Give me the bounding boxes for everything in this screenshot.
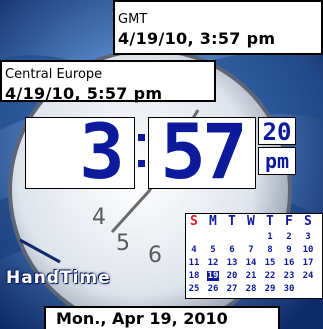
calendar-day[interactable]: 4 (188, 245, 200, 255)
central-europe-clock-box[interactable]: Central Europe 4/19/10, 5:57 pm (0, 60, 216, 103)
main-clock-minutes-box[interactable]: 57 (148, 107, 256, 196)
calendar-day[interactable]: 22 (264, 271, 276, 281)
calendar-day[interactable]: 2 (283, 232, 295, 242)
main-clock-colon-bottom (138, 160, 145, 167)
gmt-datetime: 4/19/10, 3:57 pm (118, 29, 276, 48)
main-clock-hours-box[interactable]: 3 (25, 107, 135, 196)
calendar-day[interactable]: 27 (226, 284, 238, 294)
calendar-day[interactable]: 5 (207, 245, 219, 255)
central-europe-datetime: 4/19/10, 5:57 pm (5, 84, 163, 103)
svg-text:4: 4 (92, 205, 106, 230)
calendar-day[interactable]: 16 (283, 258, 295, 268)
calendar-day-header: T (228, 214, 236, 229)
calendar-day[interactable]: 23 (283, 271, 295, 281)
main-clock-ampm: pm (264, 149, 290, 173)
calendar-day[interactable]: 3 (302, 232, 314, 242)
calendar-day-header: S (304, 214, 312, 229)
gmt-zone-label: GMT (118, 12, 148, 27)
calendar-day[interactable]: 12 (207, 258, 219, 268)
main-clock-seconds: 20 (262, 118, 292, 146)
calendar-day[interactable]: 20 (226, 271, 238, 281)
calendar-day[interactable]: 26 (207, 284, 219, 294)
calendar-day[interactable]: 10 (302, 245, 314, 255)
footer-date: Mon., Apr 19, 2010 (56, 309, 228, 328)
calendar-day-header: W (247, 214, 255, 229)
calendar-day[interactable]: 24 (302, 271, 314, 281)
calendar-day-header: F (285, 214, 293, 229)
calendar-day[interactable]: 18 (188, 271, 200, 281)
calendar-day[interactable]: 11 (188, 258, 200, 268)
calendar-day[interactable]: 7 (245, 245, 257, 255)
svg-text:5: 5 (116, 231, 130, 256)
handtime-logo: HandTime (6, 268, 111, 288)
calendar-day[interactable]: 25 (188, 284, 200, 294)
footer-date-bar[interactable]: Mon., Apr 19, 2010 (44, 306, 280, 329)
svg-text:6: 6 (148, 243, 162, 268)
calendar-day-today[interactable]: 19 (207, 271, 219, 281)
gmt-clock-box[interactable]: GMT 4/19/10, 3:57 pm (113, 0, 323, 55)
calendar-day[interactable]: 28 (245, 284, 257, 294)
main-clock-minutes: 57 (160, 107, 248, 196)
calendar-day[interactable]: 14 (245, 258, 257, 268)
main-clock-ampm-box: pm (258, 147, 296, 175)
calendar-day-header: S (190, 214, 198, 229)
calendar-day[interactable]: 30 (283, 284, 295, 294)
calendar-day[interactable]: 15 (264, 258, 276, 268)
calendar-day[interactable]: 13 (226, 258, 238, 268)
calendar-day[interactable]: 8 (264, 245, 276, 255)
central-europe-zone-label: Central Europe (5, 67, 103, 82)
calendar-day-header: T (266, 214, 274, 229)
calendar-day[interactable]: 29 (264, 284, 276, 294)
calendar-day[interactable]: 6 (226, 245, 238, 255)
calendar-day[interactable]: 9 (283, 245, 295, 255)
main-clock-hours: 3 (79, 107, 125, 196)
calendar-day[interactable]: 21 (245, 271, 257, 281)
main-clock-colon-top (138, 134, 145, 141)
calendar-day-header: M (209, 214, 217, 229)
mini-calendar[interactable]: SMTWTFS 1 2 3 4 5 6 7 8 9 10 11 12 13 14 15 16 17 18 19 20 2… (185, 213, 323, 299)
calendar-day[interactable]: 17 (302, 258, 314, 268)
main-clock-seconds-box: 20 (258, 117, 296, 145)
calendar-day[interactable]: 1 (264, 232, 276, 242)
